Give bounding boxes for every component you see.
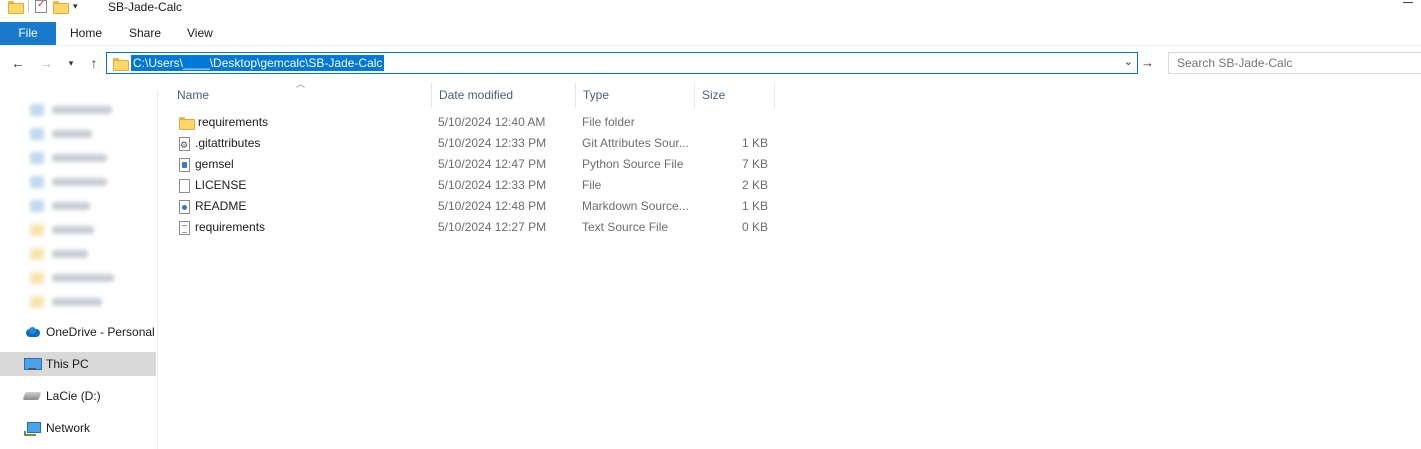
file-type: File folder <box>582 115 635 129</box>
window-title: SB-Jade-Calc <box>108 0 183 14</box>
file-date: 5/10/2024 12:33 PM <box>438 136 547 150</box>
nav-item-lacie-drive[interactable]: LaCie (D:) <box>0 384 156 408</box>
tab-view[interactable]: View <box>187 22 213 45</box>
navigation-bar: ← → ▾ ↑ C:\Users\____\Desktop\gemcalc\SB… <box>0 49 1421 77</box>
nav-item-label: OneDrive - Personal <box>46 325 155 339</box>
ribbon-tabs: File Home Share View <box>0 22 1421 46</box>
title-bar: ▾ SB-Jade-Calc <box>0 0 1421 18</box>
file-name: requirements <box>198 115 269 129</box>
quick-access-toolbar: ▾ <box>8 0 78 15</box>
python-file-icon <box>179 157 190 172</box>
text-file-icon <box>179 220 190 235</box>
search-box[interactable] <box>1168 52 1421 74</box>
file-type: Python Source File <box>582 157 684 171</box>
drive-icon <box>22 392 42 400</box>
toolbar-divider <box>28 0 29 13</box>
file-date: 5/10/2024 12:33 PM <box>438 178 547 192</box>
nav-item-network[interactable]: Network <box>0 416 156 440</box>
file-size: 1 KB <box>741 136 768 150</box>
blurred-quick-access-item[interactable] <box>30 200 90 212</box>
blurred-quick-access-item[interactable] <box>30 224 94 236</box>
blurred-quick-access-item[interactable] <box>30 128 92 140</box>
file-row[interactable]: .gitattributes 5/10/2024 12:33 PM Git At… <box>170 133 775 154</box>
address-path[interactable]: C:\Users\____\Desktop\gemcalc\SB-Jade-Ca… <box>131 55 385 71</box>
file-name: gemsel <box>195 157 234 171</box>
computer-icon <box>24 358 42 370</box>
file-date: 5/10/2024 12:48 PM <box>438 199 547 213</box>
gitattributes-file-icon <box>179 135 190 154</box>
file-date: 5/10/2024 12:27 PM <box>438 220 547 234</box>
column-header-type[interactable]: Type <box>576 83 695 108</box>
network-icon <box>24 421 41 436</box>
nav-item-label: Network <box>46 421 91 435</box>
file-size: 1 KB <box>741 199 768 213</box>
nav-item-this-pc[interactable]: This PC <box>0 352 156 376</box>
address-folder-icon <box>113 58 129 71</box>
forward-arrow-icon[interactable]: → <box>36 53 56 73</box>
file-type: Git Attributes Sour... <box>582 136 689 150</box>
customize-toolbar-chevron-icon[interactable]: ▾ <box>73 1 78 12</box>
column-header-name[interactable]: Name <box>170 83 432 108</box>
file-type: Text Source File <box>582 220 669 234</box>
file-size: 2 KB <box>741 178 768 192</box>
navigation-pane: OneDrive - Personal This PC LaCie (D:) N… <box>0 90 158 449</box>
file-name: README <box>195 199 247 213</box>
file-name: LICENSE <box>195 178 247 192</box>
file-row[interactable]: LICENSE 5/10/2024 12:33 PM File 2 KB <box>170 175 775 196</box>
file-row[interactable]: gemsel 5/10/2024 12:47 PM Python Source … <box>170 154 775 175</box>
tab-share[interactable]: Share <box>129 22 161 45</box>
file-name: requirements <box>195 220 266 234</box>
column-header-size[interactable]: Size <box>695 83 775 108</box>
file-type: Markdown Source... <box>582 199 689 213</box>
file-date: 5/10/2024 12:40 AM <box>438 115 546 129</box>
folder-icon[interactable] <box>8 0 24 14</box>
blurred-quick-access-item[interactable] <box>30 248 88 260</box>
back-arrow-icon[interactable]: ← <box>8 53 28 73</box>
up-arrow-icon[interactable]: ↑ <box>84 53 104 73</box>
blurred-quick-access-item[interactable] <box>30 272 114 284</box>
column-header-date-modified[interactable]: Date modified <box>432 83 576 108</box>
tab-file[interactable]: File <box>0 22 56 45</box>
file-row[interactable]: requirements 5/10/2024 12:27 PM Text Sou… <box>170 217 775 238</box>
file-row[interactable]: README 5/10/2024 12:48 PM Markdown Sourc… <box>170 196 775 217</box>
generic-file-icon <box>179 178 190 193</box>
address-history-chevron-icon[interactable]: ⌄ <box>1124 55 1133 68</box>
markdown-file-icon <box>179 199 190 214</box>
address-bar[interactable]: C:\Users\____\Desktop\gemcalc\SB-Jade-Ca… <box>106 52 1138 74</box>
minimize-icon[interactable] <box>1403 2 1413 3</box>
tab-home[interactable]: Home <box>70 22 102 45</box>
search-input[interactable] <box>1169 53 1421 73</box>
file-type: File <box>582 178 602 192</box>
file-row[interactable]: requirements 5/10/2024 12:40 AM File fol… <box>170 112 775 133</box>
file-size: 7 KB <box>741 157 768 171</box>
go-arrow-icon[interactable]: → <box>1141 55 1154 70</box>
blurred-quick-access-item[interactable] <box>30 176 107 188</box>
blurred-quick-access-item[interactable] <box>30 296 102 308</box>
blurred-quick-access-item[interactable] <box>30 152 107 164</box>
file-size: 0 KB <box>741 220 768 234</box>
new-folder-icon[interactable] <box>53 0 69 14</box>
file-date: 5/10/2024 12:47 PM <box>438 157 547 171</box>
blurred-quick-access-item[interactable] <box>30 104 112 116</box>
nav-item-onedrive[interactable]: OneDrive - Personal <box>0 320 156 344</box>
properties-icon[interactable] <box>35 0 47 13</box>
file-name: .gitattributes <box>195 136 261 150</box>
nav-item-label: This PC <box>46 357 89 371</box>
nav-item-label: LaCie (D:) <box>46 389 101 403</box>
onedrive-cloud-icon <box>24 327 40 337</box>
recent-locations-chevron-icon[interactable]: ▾ <box>64 53 78 73</box>
folder-icon <box>179 117 195 130</box>
